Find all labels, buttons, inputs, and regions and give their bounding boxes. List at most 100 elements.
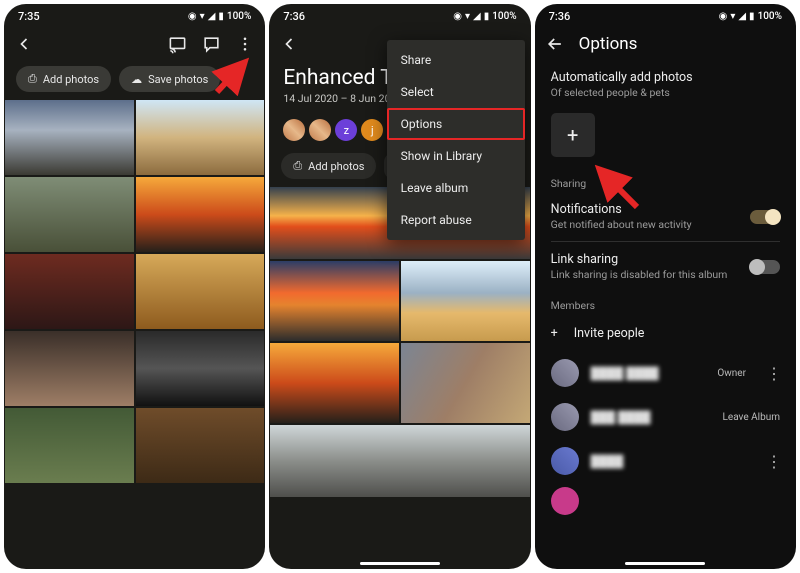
avatar[interactable]: z <box>335 119 357 141</box>
status-time: 7:36 <box>283 10 305 23</box>
battery-pct: 100% <box>492 11 516 22</box>
phone-album-grid: 7:35 ◉ ▾ ◢ ▮ 100% ⎙ Add photos ☁ Sav <box>4 4 265 569</box>
member-action[interactable]: Leave Album <box>723 412 780 423</box>
link-sharing-title: Link sharing <box>551 252 740 267</box>
add-photos-button[interactable]: ⎙ Add photos <box>16 66 111 92</box>
signal-icon: ◢ <box>208 11 216 22</box>
plus-icon: + <box>567 123 578 147</box>
cast-icon[interactable] <box>167 34 187 54</box>
comment-icon[interactable] <box>201 34 221 54</box>
member-name: ████ <box>591 454 746 468</box>
home-indicator[interactable] <box>360 562 440 565</box>
menu-options[interactable]: Options <box>387 108 525 140</box>
overflow-icon[interactable] <box>235 34 255 54</box>
battery-pct: 100% <box>758 11 782 22</box>
add-photo-icon: ⎙ <box>293 159 302 173</box>
battery-icon: ▮ <box>484 11 490 22</box>
menu-leave-album[interactable]: Leave album <box>387 172 525 204</box>
phone-options: 7:36 ◉ ▾ ◢ ▮ 100% Options Automatically … <box>535 4 796 569</box>
avatar[interactable] <box>283 119 305 141</box>
battery-pct: 100% <box>227 11 251 22</box>
overflow-icon[interactable]: ⋮ <box>766 452 780 471</box>
status-icons: ◉ ▾ ◢ ▮ 100% <box>453 11 516 22</box>
add-face-button[interactable]: + <box>551 113 595 157</box>
member-row[interactable]: ████ ████ Owner ⋮ <box>535 351 796 395</box>
auto-add-sub: Of selected people & pets <box>551 86 780 99</box>
overflow-menu: Share Select Options Show in Library Lea… <box>387 40 525 240</box>
section-sharing: Sharing <box>535 167 796 194</box>
add-photos-button[interactable]: ⎙ Add photos <box>281 153 376 179</box>
photo-thumb[interactable] <box>270 343 399 423</box>
back-icon[interactable] <box>545 34 565 54</box>
auto-add-title: Automatically add photos <box>551 70 780 85</box>
avatar[interactable] <box>309 119 331 141</box>
status-bar: 7:36 ◉ ▾ ◢ ▮ 100% <box>535 4 796 26</box>
back-icon[interactable] <box>14 34 34 54</box>
avatar <box>551 403 579 431</box>
photo-thumb[interactable] <box>5 177 134 252</box>
photo-thumb[interactable] <box>136 254 265 329</box>
menu-select[interactable]: Select <box>387 76 525 108</box>
overflow-icon[interactable]: ⋮ <box>766 364 780 383</box>
status-time: 7:35 <box>18 10 40 23</box>
avatar[interactable]: j <box>361 119 383 141</box>
member-role: Owner <box>717 368 746 379</box>
battery-icon: ▮ <box>218 11 224 22</box>
eye-icon: ◉ <box>188 11 197 22</box>
notifications-row[interactable]: Notifications Get notified about new act… <box>535 194 796 239</box>
photo-thumb[interactable] <box>5 408 134 483</box>
section-members: Members <box>535 289 796 316</box>
top-bar <box>4 26 265 62</box>
status-time: 7:36 <box>549 10 571 23</box>
avatar <box>551 447 579 475</box>
chip-label: Save photos <box>148 73 208 86</box>
photo-thumb[interactable] <box>5 254 134 329</box>
plus-icon: + <box>551 326 558 341</box>
divider <box>551 241 780 242</box>
photo-thumb[interactable] <box>136 408 265 483</box>
link-sharing-row[interactable]: Link sharing Link sharing is disabled fo… <box>535 244 796 289</box>
link-sharing-toggle[interactable] <box>750 260 780 274</box>
signal-icon: ◢ <box>738 11 746 22</box>
photo-thumb[interactable] <box>136 331 265 406</box>
cloud-icon: ☁ <box>131 73 142 86</box>
chip-label: Add photos <box>308 160 364 173</box>
status-icons: ◉ ▾ ◢ ▮ 100% <box>719 11 782 22</box>
invite-people-button[interactable]: + Invite people <box>535 316 796 351</box>
save-photos-button[interactable]: ☁ Save photos <box>119 66 220 92</box>
notifications-title: Notifications <box>551 202 740 217</box>
photo-thumb[interactable] <box>401 343 530 423</box>
avatar <box>551 359 579 387</box>
member-row[interactable] <box>535 483 796 523</box>
photo-grid[interactable] <box>4 100 265 569</box>
photo-grid[interactable]: VR 👓 <box>269 187 530 569</box>
home-indicator[interactable] <box>625 562 705 565</box>
member-name: ███ ████ <box>591 410 711 424</box>
photo-thumb[interactable] <box>401 261 530 341</box>
link-sharing-sub: Link sharing is disabled for this album <box>551 268 740 281</box>
member-row[interactable]: ███ ████ Leave Album <box>535 395 796 439</box>
photo-thumb[interactable] <box>270 425 529 497</box>
notifications-sub: Get notified about new activity <box>551 218 740 231</box>
photo-thumb[interactable] <box>136 100 265 175</box>
eye-icon: ◉ <box>719 11 728 22</box>
photo-thumb[interactable] <box>136 177 265 252</box>
menu-share[interactable]: Share <box>387 44 525 76</box>
menu-show-in-library[interactable]: Show in Library <box>387 140 525 172</box>
add-photo-icon: ⎙ <box>28 72 37 86</box>
member-row[interactable]: ████ ⋮ <box>535 439 796 483</box>
wifi-icon: ▾ <box>730 11 735 22</box>
notifications-toggle[interactable] <box>750 210 780 224</box>
avatar <box>551 487 579 515</box>
eye-icon: ◉ <box>453 11 462 22</box>
status-bar: 7:36 ◉ ▾ ◢ ▮ 100% <box>269 4 530 26</box>
top-bar: Options <box>535 26 796 62</box>
back-icon[interactable] <box>279 34 299 54</box>
wifi-icon: ▾ <box>200 11 205 22</box>
photo-thumb[interactable] <box>270 261 399 341</box>
invite-label: Invite people <box>574 326 645 341</box>
photo-thumb[interactable] <box>5 331 134 406</box>
menu-report-abuse[interactable]: Report abuse <box>387 204 525 236</box>
photo-thumb[interactable] <box>5 100 134 175</box>
auto-add-block: Automatically add photos Of selected peo… <box>535 62 796 107</box>
